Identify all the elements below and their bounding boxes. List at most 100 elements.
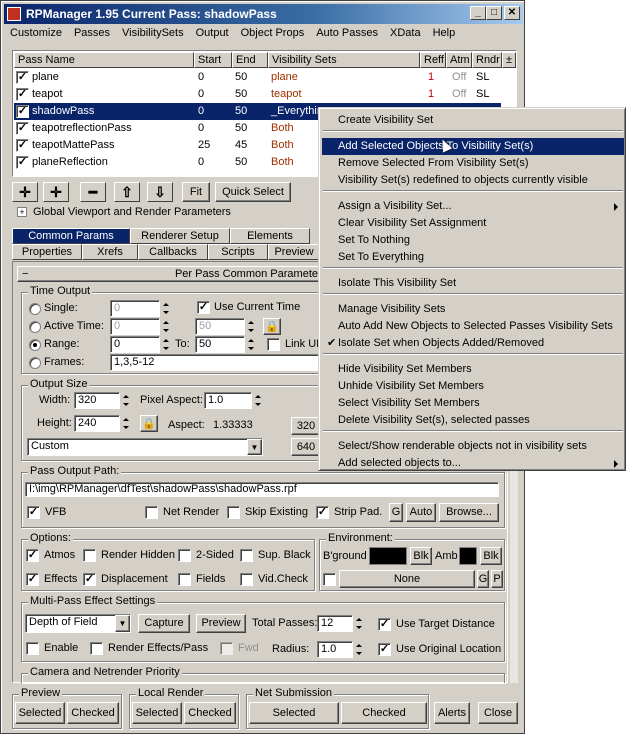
render-hidden-checkbox[interactable] <box>83 549 96 562</box>
pixel-aspect-spinner[interactable] <box>253 392 263 409</box>
context-menu-item[interactable]: Manage Visibility Sets <box>322 301 624 318</box>
active-from-spinner[interactable] <box>161 318 171 335</box>
quick-select-button[interactable]: Quick Select <box>215 182 291 202</box>
global-viewport-label[interactable]: Global Viewport and Render Parameters <box>33 206 231 218</box>
link-ui-checkbox[interactable] <box>267 338 280 351</box>
col-rndr[interactable]: Rndr <box>472 52 502 68</box>
context-menu-item[interactable]: Add Selected Objects To Visibility Set(s… <box>322 138 624 155</box>
context-menu-item[interactable]: Auto Add New Objects to Selected Passes … <box>322 318 624 335</box>
bground-blk-button[interactable]: Blk <box>410 547 432 565</box>
preset-dropdown[interactable]: Custom <box>27 438 263 456</box>
menu-visibilitysets[interactable]: VisibilitySets <box>116 25 190 41</box>
menu-object-props[interactable]: Object Props <box>235 25 311 41</box>
move-down-icon[interactable]: ⇩ <box>147 182 173 202</box>
tab-xrefs[interactable]: Xrefs <box>82 244 138 260</box>
pass-visibility-set[interactable]: Both <box>271 137 294 154</box>
context-menu-item[interactable]: Assign a Visibility Set... <box>322 198 624 215</box>
capture-button[interactable]: Capture <box>138 614 190 633</box>
pass-checkbox[interactable]: ✓ <box>16 88 29 101</box>
tab-elements[interactable]: Elements <box>230 228 310 244</box>
pixel-aspect-field[interactable]: 1.0 <box>204 392 252 409</box>
multipass-preview-button[interactable]: Preview <box>196 614 246 633</box>
col-pass-name[interactable]: Pass Name <box>14 52 194 68</box>
context-menu-item[interactable]: Set To Everything <box>322 249 624 266</box>
dropdown-arrow-icon[interactable]: ▼ <box>247 439 262 455</box>
preview-selected-button[interactable]: Selected <box>15 702 65 724</box>
close-window-button[interactable]: ✕ <box>504 6 520 20</box>
pass-checkbox[interactable]: ✓ <box>16 156 29 169</box>
use-current-time-checkbox[interactable]: ✓ <box>197 301 210 314</box>
environment-checkbox[interactable] <box>323 573 336 586</box>
range-from-spinner[interactable] <box>161 336 171 353</box>
pass-checkbox[interactable]: ✓ <box>16 122 29 135</box>
browse-button[interactable]: Browse... <box>439 503 499 522</box>
context-menu-item[interactable]: Set To Nothing <box>322 232 624 249</box>
displacement-checkbox[interactable]: ✓ <box>83 573 96 586</box>
height-field[interactable]: 240 <box>74 415 120 432</box>
tab-renderer-setup[interactable]: Renderer Setup <box>130 228 230 244</box>
radius-field[interactable]: 1.0 <box>317 641 353 658</box>
range-to-field[interactable]: 50 <box>195 336 245 353</box>
net-checked-button[interactable]: Checked <box>341 702 427 724</box>
range-from-field[interactable]: 0 <box>110 336 160 353</box>
pass-checkbox[interactable]: ✓ <box>16 139 29 152</box>
context-menu-item[interactable]: Visibility Set(s) redefined to objects c… <box>322 172 624 189</box>
render-effects-checkbox[interactable] <box>90 642 103 655</box>
context-menu-item[interactable]: Select Visibility Set Members <box>322 395 624 412</box>
table-row[interactable]: ✓ teapot 0 50 teapot 1 Off SL <box>14 86 501 103</box>
expand-icon[interactable]: + <box>17 207 27 217</box>
context-menu-item[interactable]: ✔ Isolate Set when Objects Added/Removed <box>322 335 624 352</box>
col-visibility-sets[interactable]: Visibility Sets <box>268 52 420 68</box>
menu-passes[interactable]: Passes <box>68 25 116 41</box>
rollout-header[interactable]: − Per Pass Common Paramete <box>17 266 321 282</box>
range-to-spinner[interactable] <box>246 336 256 353</box>
output-path-field[interactable]: I:\img\RPManager\dfTest\shadowPass\shado… <box>25 482 499 497</box>
active-to-spinner[interactable] <box>246 318 256 335</box>
menu-output[interactable]: Output <box>190 25 235 41</box>
auto-button[interactable]: Auto <box>406 503 436 522</box>
total-passes-spinner[interactable] <box>354 615 364 632</box>
local-checked-button[interactable]: Checked <box>184 702 236 724</box>
minimize-button[interactable]: _ <box>470 6 486 20</box>
vfb-checkbox[interactable]: ✓ <box>27 506 40 519</box>
single-spinner[interactable] <box>161 300 171 317</box>
pass-visibility-set[interactable]: Both <box>271 154 294 171</box>
use-target-distance-checkbox[interactable]: ✓ <box>378 618 391 631</box>
width-spinner[interactable] <box>121 392 131 409</box>
fields-checkbox[interactable] <box>178 573 191 586</box>
sup-black-checkbox[interactable] <box>240 549 253 562</box>
bground-color-swatch[interactable] <box>369 547 407 565</box>
context-menu-item[interactable]: Hide Visibility Set Members <box>322 361 624 378</box>
frames-radio[interactable] <box>29 357 41 369</box>
add-column-button[interactable]: ± <box>502 52 516 68</box>
tab-callbacks[interactable]: Callbacks <box>138 244 208 260</box>
two-sided-checkbox[interactable] <box>178 549 191 562</box>
context-menu-item[interactable]: Unhide Visibility Set Members <box>322 378 624 395</box>
fit-button[interactable]: Fit <box>182 182 210 202</box>
effects-checkbox[interactable]: ✓ <box>26 573 39 586</box>
fwd-checkbox[interactable] <box>220 642 233 655</box>
env-p-button[interactable]: P <box>491 570 503 588</box>
env-g-button[interactable]: G <box>477 570 489 588</box>
active-to-field[interactable]: 50 <box>195 318 245 335</box>
col-reff[interactable]: Reff <box>420 52 446 68</box>
height-spinner[interactable] <box>121 415 131 432</box>
strip-pad-checkbox[interactable]: ✓ <box>316 506 329 519</box>
pass-visibility-set[interactable]: teapot <box>271 86 302 103</box>
tab-preview[interactable]: Preview <box>268 244 320 260</box>
active-time-radio[interactable] <box>29 321 41 333</box>
tab-common-params[interactable]: Common Params <box>12 228 130 244</box>
context-menu-item[interactable]: Select/Show renderable objects not in vi… <box>322 438 624 455</box>
width-field[interactable]: 320 <box>74 392 120 409</box>
lock-icon[interactable]: 🔒 <box>263 318 281 335</box>
preset-320-button[interactable]: 320 <box>291 417 321 435</box>
pass-checkbox[interactable]: ✓ <box>16 105 29 118</box>
atmos-checkbox[interactable]: ✓ <box>26 549 39 562</box>
effect-dropdown-arrow-icon[interactable]: ▼ <box>115 615 130 632</box>
amb-blk-button[interactable]: Blk <box>480 547 502 565</box>
col-atm[interactable]: Atm <box>446 52 472 68</box>
col-start[interactable]: Start <box>194 52 232 68</box>
menu-customize[interactable]: Customize <box>4 25 68 41</box>
table-row[interactable]: ✓ plane 0 50 plane 1 Off SL <box>14 69 501 86</box>
range-radio[interactable] <box>29 339 41 351</box>
